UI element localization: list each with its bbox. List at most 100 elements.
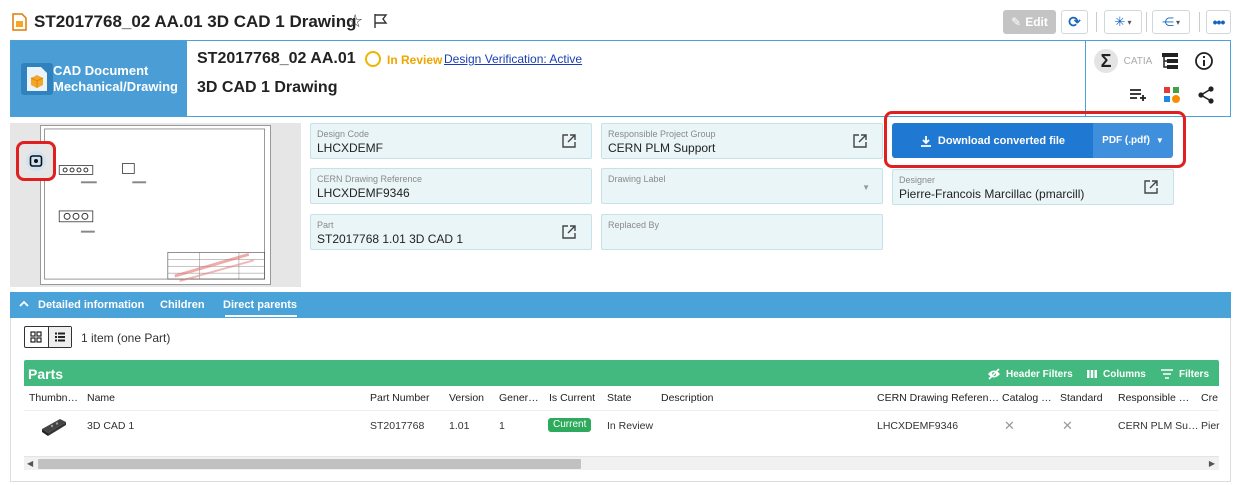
- compare-icon[interactable]: [1160, 83, 1184, 107]
- part-thumbnail: [42, 419, 66, 436]
- tab-children[interactable]: Children: [160, 299, 205, 311]
- object-name: ST2017768_02 AA.01: [197, 50, 356, 67]
- columns-label: Columns: [1103, 368, 1146, 380]
- collapse-chevron-icon[interactable]: [18, 298, 30, 310]
- column-header-description[interactable]: Description: [661, 392, 714, 404]
- column-header-drawing-reference[interactable]: CERN Drawing Referen…: [877, 392, 999, 404]
- column-header-name[interactable]: Name: [87, 392, 115, 404]
- refresh-button[interactable]: ⟳: [1061, 10, 1088, 34]
- object-type-block: CAD Document Mechanical/Drawing: [11, 41, 187, 116]
- toolbar-divider: [1096, 12, 1097, 32]
- horizontal-scrollbar[interactable]: ◀ ▶: [24, 456, 1219, 470]
- more-icon: •••: [1212, 14, 1226, 30]
- column-header-version[interactable]: Version: [449, 392, 484, 404]
- column-header-responsible[interactable]: Responsible …: [1118, 392, 1189, 404]
- toolbar-divider: [1199, 12, 1200, 32]
- cell-part-number: ST2017768: [370, 420, 425, 432]
- cell-responsible: CERN PLM Su…: [1118, 420, 1199, 432]
- field-label: Responsible Project Group: [608, 129, 716, 139]
- tab-detailed-information[interactable]: Detailed information: [38, 299, 144, 311]
- filters-button[interactable]: Filters: [1160, 368, 1209, 380]
- field-value: LHCXDEMF9346: [317, 186, 410, 200]
- cell-name[interactable]: 3D CAD 1: [87, 420, 134, 432]
- header-filters-button[interactable]: Header Filters: [987, 368, 1073, 380]
- favorite-star-icon[interactable]: ☆: [347, 12, 363, 30]
- design-code-field: Design Code LHCXDEMF: [310, 123, 592, 159]
- column-header-catalog[interactable]: Catalog …: [1002, 392, 1052, 404]
- download-label: Download converted file: [937, 134, 1066, 147]
- cad-document-icon: [21, 63, 53, 95]
- column-header-thumbnail[interactable]: Thumbn…: [29, 392, 78, 404]
- list-view-button[interactable]: [47, 327, 71, 347]
- view-mode-toggle: [24, 326, 72, 348]
- refresh-icon: ⟳: [1068, 14, 1081, 31]
- edit-button[interactable]: ✎ Edit: [1003, 10, 1056, 34]
- document-icon: [12, 13, 27, 31]
- scrollbar-thumb[interactable]: [38, 459, 581, 469]
- page-title: ST2017768_02 AA.01 3D CAD 1 Drawing: [34, 12, 357, 31]
- add-to-list-icon[interactable]: [1126, 83, 1150, 107]
- designer-field: Designer Pierre-Francois Marcillac (pmar…: [892, 169, 1174, 205]
- tab-direct-parents[interactable]: Direct parents: [223, 299, 297, 311]
- download-converted-file-button[interactable]: Download converted file: [892, 123, 1093, 158]
- flag-icon[interactable]: [373, 13, 389, 29]
- column-header-standard[interactable]: Standard: [1060, 392, 1103, 404]
- format-label: PDF (.pdf): [1102, 135, 1150, 146]
- field-value: LHCXDEMF: [317, 141, 384, 155]
- part-field: Part ST2017768 1.01 3D CAD 1: [310, 214, 592, 250]
- open-link-icon[interactable]: [1143, 179, 1159, 195]
- structure-menu-button[interactable]: ✳ ▾: [1104, 10, 1142, 34]
- drawing-preview[interactable]: [10, 123, 301, 287]
- format-select[interactable]: PDF (.pdf) ▼: [1093, 123, 1173, 158]
- field-label: Part: [317, 220, 334, 230]
- columns-button[interactable]: Columns: [1086, 368, 1146, 380]
- column-header-generation[interactable]: Gener…: [499, 392, 539, 404]
- drawing-reference-field: CERN Drawing Reference LHCXDEMF9346: [310, 168, 592, 204]
- column-header-part-number[interactable]: Part Number: [370, 392, 430, 404]
- workflow-link[interactable]: Design Verification: Active: [444, 52, 582, 66]
- parts-table-header: Parts Header Filters Columns Filters: [24, 360, 1219, 386]
- catia-icon[interactable]: CATIA: [1124, 49, 1153, 73]
- open-link-icon[interactable]: [561, 224, 577, 240]
- object-type-line2: Mechanical/Drawing: [53, 79, 178, 94]
- scroll-left-icon[interactable]: ◀: [27, 459, 33, 468]
- title-bar: ST2017768_02 AA.01 3D CAD 1 Drawing ☆ ✎ …: [0, 0, 1235, 40]
- cell-generation: 1: [499, 420, 505, 432]
- open-link-icon[interactable]: [561, 133, 577, 149]
- open-link-icon[interactable]: [852, 133, 868, 149]
- active-tab-indicator: [225, 315, 297, 317]
- eye-viewer-icon: [26, 151, 46, 171]
- download-icon: [920, 135, 931, 147]
- drawing-label-field[interactable]: Drawing Label ▼: [601, 168, 883, 204]
- field-label: Drawing Label: [608, 174, 666, 184]
- grid-icon: [30, 331, 43, 343]
- column-header-state[interactable]: State: [607, 392, 632, 404]
- cell-state: In Review: [607, 420, 654, 432]
- field-value: CERN PLM Support: [608, 141, 716, 155]
- is-current-badge: Current: [548, 418, 592, 432]
- status-circle-icon: [365, 51, 381, 67]
- object-header: CAD Document Mechanical/Drawing ST201776…: [10, 40, 1231, 117]
- chevron-down-icon: ▾: [1175, 17, 1180, 27]
- share-icon[interactable]: [1194, 83, 1218, 107]
- toolbar-divider: [1146, 12, 1147, 32]
- sigma-icon[interactable]: Σ: [1094, 49, 1118, 73]
- scroll-right-icon[interactable]: ▶: [1209, 459, 1215, 468]
- field-value: ST2017768 1.01 3D CAD 1: [317, 232, 464, 246]
- header-filters-label: Header Filters: [1006, 368, 1073, 380]
- info-icon[interactable]: [1192, 49, 1216, 73]
- pencil-icon: ✎: [1011, 15, 1022, 29]
- more-actions-button[interactable]: •••: [1206, 10, 1231, 34]
- share-nodes-icon: ⋲: [1161, 15, 1174, 29]
- standard-false-icon: ✕: [1062, 418, 1073, 433]
- column-header-is-current[interactable]: Is Current: [549, 392, 595, 404]
- tile-view-button[interactable]: [25, 327, 48, 347]
- column-header-creator[interactable]: Cre: [1201, 392, 1218, 404]
- tree-structure-icon[interactable]: [1158, 49, 1182, 73]
- open-viewer-button[interactable]: [16, 141, 56, 181]
- share-menu-button[interactable]: ⋲ ▾: [1152, 10, 1190, 34]
- columns-icon: [1087, 370, 1097, 378]
- filter-lines-icon: [1161, 369, 1173, 379]
- replaced-by-field: Replaced By: [601, 214, 883, 250]
- field-value: Pierre-Francois Marcillac (pmarcill): [899, 187, 1085, 201]
